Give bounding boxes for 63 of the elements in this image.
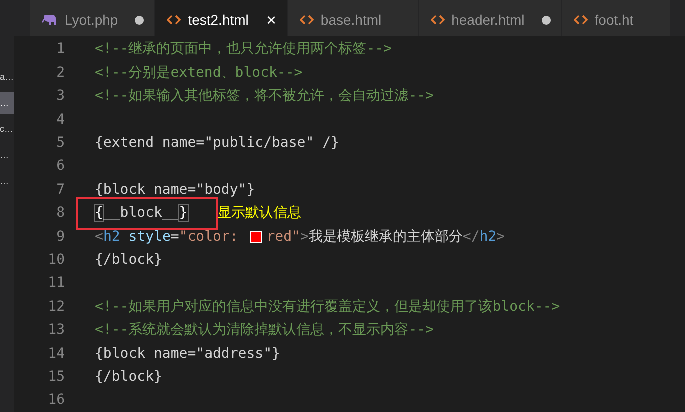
matched-bracket: {: [95, 205, 104, 222]
code-token: </: [462, 228, 480, 245]
code-token: <!--继承的页面中，也只允许使用两个标签-->: [95, 40, 392, 58]
line-number: 7: [56, 182, 66, 198]
code-token: <!--如果用户对应的信息中没有进行覆盖定义，但是却使用了该block-->: [95, 298, 560, 316]
code-token: <!--如果输入其他标签，将不被允许，会自动过滤-->: [95, 87, 434, 106]
color-swatch[interactable]: [250, 230, 262, 243]
code-token: {block name="body"}: [95, 182, 256, 198]
tab-label: header.html: [452, 12, 525, 28]
sidebar-item[interactable]: a…: [0, 66, 14, 88]
code-token: <!--分别是extend、block-->: [95, 64, 303, 82]
line-number: 3: [56, 88, 66, 104]
line-number: 9: [56, 228, 66, 245]
code-token: =: [170, 228, 180, 245]
line-number: 15: [47, 368, 66, 385]
code-token: style: [128, 228, 171, 245]
code-token: <!--系统就会默认为清除掉默认信息，不显示内容-->: [95, 321, 434, 340]
code-token: >: [300, 228, 309, 245]
line-number: 14: [47, 346, 66, 362]
code-token: {block name="address"}: [95, 346, 280, 362]
code-token: "color:: [179, 228, 240, 245]
code-token: h2: [480, 228, 497, 245]
line-number: 2: [56, 64, 66, 81]
code-brackets-icon: [574, 15, 588, 25]
line-number: 10: [47, 252, 66, 268]
close-icon[interactable]: ✕: [266, 12, 277, 28]
line-number: 5: [56, 135, 66, 151]
editor-tab[interactable]: base.html: [288, 0, 419, 36]
code-token: red": [266, 228, 300, 245]
editor-tab[interactable]: header.html: [418, 0, 562, 36]
code-token: __block__: [103, 205, 180, 222]
code-token: <: [95, 228, 104, 245]
code-brackets-icon: [167, 15, 182, 25]
sidebar-item[interactable]: c…: [0, 118, 14, 140]
elephant-icon: [42, 14, 58, 26]
tab-label: base.html: [320, 12, 382, 28]
code-brackets-icon: [430, 15, 445, 25]
line-number: 11: [47, 275, 66, 292]
annotation-text: 显示默认信息: [218, 204, 302, 222]
code-token: 我是模板继承的主体部分: [308, 228, 463, 246]
editor-tab[interactable]: foot.ht: [562, 0, 671, 36]
tab-label: foot.ht: [594, 12, 634, 28]
code-token: {/block}: [95, 368, 162, 385]
line-number: 16: [47, 392, 66, 408]
line-number: 6: [56, 158, 66, 174]
line-number: 12: [47, 298, 66, 315]
code-token: {/block}: [95, 252, 162, 268]
line-number: 4: [56, 112, 66, 128]
code-brackets-icon: [300, 15, 314, 25]
matched-bracket: }: [179, 205, 188, 222]
sidebar-item[interactable]: …: [0, 170, 14, 192]
line-number: 8: [56, 205, 66, 222]
line-number: 13: [47, 322, 66, 338]
tab-label: test2.html: [188, 12, 249, 28]
sidebar-item[interactable]: …: [0, 144, 14, 166]
line-number: 1: [56, 41, 66, 58]
editor-tab[interactable]: test2.html ✕: [155, 0, 288, 36]
code-token: >: [496, 228, 506, 245]
code-token: {extend name="public/base" /}: [95, 135, 340, 151]
editor-tab[interactable]: Lyot.php: [30, 0, 156, 36]
code-token: h2: [103, 228, 120, 245]
tab-label: Lyot.php: [65, 12, 118, 28]
sidebar-item[interactable]: …: [0, 92, 14, 114]
